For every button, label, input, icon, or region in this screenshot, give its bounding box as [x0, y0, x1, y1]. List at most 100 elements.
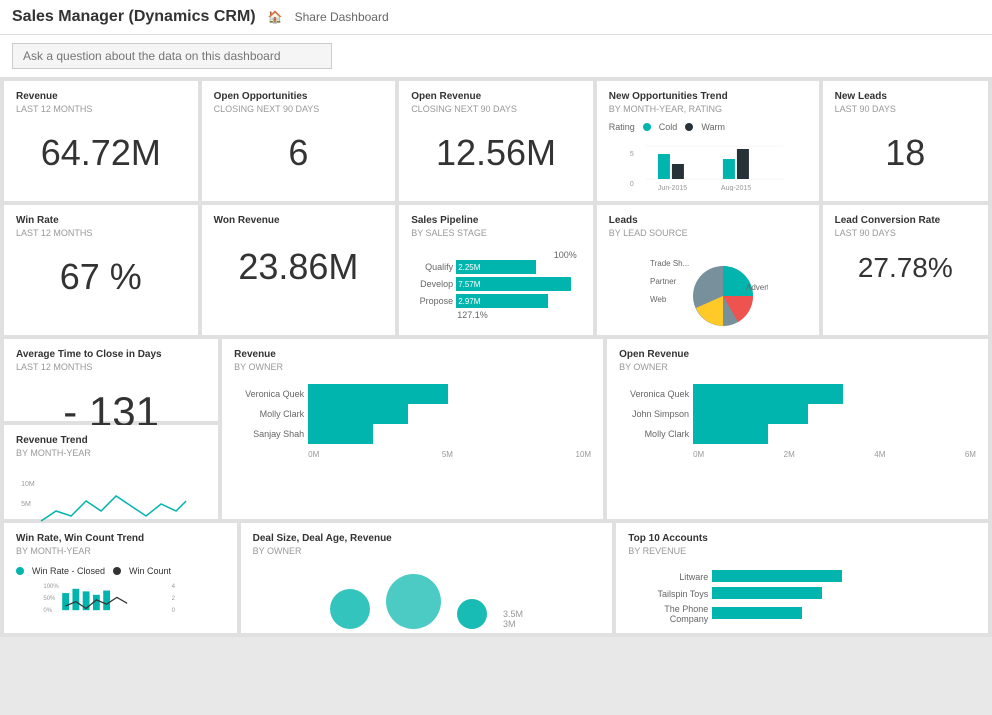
pipeline-row-qualify: Qualify 2.25M [411, 260, 581, 274]
win-trend-legend: Win Rate - Closed Win Count [16, 566, 225, 576]
bubble-3 [457, 599, 487, 629]
win-count-label: Win Count [129, 566, 171, 576]
develop-label: Develop [411, 279, 453, 289]
account-bar-2 [712, 587, 822, 599]
pipeline-row-develop: Develop 7.57M [411, 277, 581, 291]
pipeline-100pct: 100% [411, 250, 581, 260]
open-rev-owner-chart: Veronica Quek John Simpson Molly Clark [619, 380, 976, 448]
share-button[interactable]: Share Dashboard [295, 10, 389, 24]
open-bar-2 [693, 404, 808, 424]
develop-value: 7.57M [458, 280, 480, 289]
account-row-1: Litware [628, 570, 976, 584]
open-opp-title: Open Opportunities [214, 91, 384, 102]
account-bar-3 [712, 607, 802, 619]
svg-text:Jun-2015: Jun-2015 [658, 185, 687, 191]
win-bar-2 [72, 589, 79, 610]
account-row-2: Tailspin Toys [628, 587, 976, 601]
card-top-accounts: Top 10 Accounts BY REVENUE Litware Tails… [616, 523, 988, 633]
card-avg-close: Average Time to Close in Days LAST 12 MO… [4, 339, 218, 421]
card-lead-conversion: Lead Conversion Rate LAST 90 DAYS 27.78% [823, 205, 988, 335]
trend-chart-area: 0 5 Jun-2015 Aug-2015 [609, 136, 807, 194]
deal-bubble-2 [386, 574, 441, 629]
top-accounts-title: Top 10 Accounts [628, 533, 976, 544]
accounts-list: Litware Tailspin Toys The Phone Company [628, 570, 976, 627]
new-opp-trend-title: New Opportunities Trend [609, 91, 807, 102]
row-4: Win Rate, Win Count Trend BY MONTH-YEAR … [4, 523, 988, 633]
top-accounts-subtitle: BY REVENUE [628, 546, 976, 556]
develop-bar: 7.57M [456, 277, 571, 291]
label-trade: Trade Sh... [650, 259, 689, 268]
svg-text:0: 0 [172, 608, 176, 614]
axis-0m: 0M [308, 450, 319, 459]
win-rate-subtitle: LAST 12 MONTHS [16, 228, 186, 238]
rev-owner-label-3: Sanjay Shah [234, 429, 304, 439]
card-open-rev-by-owner: Open Revenue BY OWNER Veronica Quek John… [607, 339, 988, 519]
win-bar-1 [62, 593, 69, 610]
card-win-rate: Win Rate LAST 12 MONTHS 67 % [4, 205, 198, 335]
card-new-opp-trend: New Opportunities Trend BY MONTH-YEAR, R… [597, 81, 819, 201]
label-partner: Partner [650, 277, 677, 286]
account-name-2: Tailspin Toys [628, 589, 708, 599]
rev-bar-veronica: Veronica Quek [234, 384, 591, 404]
leads-pie-container: Trade Sh... Partner Web Advertis... [609, 246, 807, 336]
new-leads-title: New Leads [835, 91, 976, 102]
open-rev-owner-title: Open Revenue [619, 349, 976, 360]
deal-size-chart: 3.5M3M [253, 564, 601, 629]
rev-trend-title: Revenue Trend [16, 435, 206, 446]
svg-text:100%: 100% [43, 584, 59, 590]
share-icon: 🏠 [268, 10, 283, 24]
won-rev-value: 23.86M [214, 246, 384, 288]
pipeline-bottom-pct: 127.1% [411, 310, 581, 320]
qualify-bar: 2.25M [456, 260, 536, 274]
rev-trend-subtitle: BY MONTH-YEAR [16, 448, 206, 458]
rev-bar-3 [308, 424, 373, 444]
label-advertis: Advertis... [746, 283, 768, 292]
account-name-1: Litware [628, 572, 708, 582]
revenue-title: Revenue [16, 91, 186, 102]
rev-owner-subtitle: BY OWNER [234, 362, 591, 372]
card-open-revenue: Open Revenue CLOSING NEXT 90 DAYS 12.56M [399, 81, 593, 201]
new-leads-subtitle: LAST 90 DAYS [835, 104, 976, 114]
win-bar-5 [103, 591, 110, 611]
leads-pie-svg: Trade Sh... Partner Web Advertis... [648, 246, 768, 336]
card-open-opportunities: Open Opportunities CLOSING NEXT 90 DAYS … [202, 81, 396, 201]
new-leads-value: 18 [835, 132, 976, 174]
win-rate-closed-label: Win Rate - Closed [32, 566, 105, 576]
card-sales-pipeline: Sales Pipeline BY SALES STAGE 100% Quali… [399, 205, 593, 335]
card-deal-size: Deal Size, Deal Age, Revenue BY OWNER 3.… [241, 523, 613, 633]
header: Sales Manager (Dynamics CRM) 🏠 Share Das… [0, 0, 992, 35]
svg-text:0: 0 [630, 181, 634, 188]
cold-label: Cold [659, 122, 678, 132]
open-rev-owner-subtitle: BY OWNER [619, 362, 976, 372]
row-2: Win Rate LAST 12 MONTHS 67 % Won Revenue… [4, 205, 988, 335]
rev-bar-sanjay: Sanjay Shah [234, 424, 591, 444]
account-bar-1 [712, 570, 842, 582]
card-revenue-by-owner: Revenue BY OWNER Veronica Quek Molly Cla… [222, 339, 603, 519]
trend-legend: Rating Cold Warm [609, 122, 807, 132]
open-bar-john: John Simpson [619, 404, 976, 424]
svg-text:5: 5 [630, 151, 634, 158]
open-bar-3 [693, 424, 768, 444]
rev-bar-2 [308, 404, 408, 424]
bubble-1 [330, 589, 370, 629]
card-leads: Leads BY LEAD SOURCE Trade Sh... Partner… [597, 205, 819, 335]
rev-bar-1 [308, 384, 448, 404]
open-axis-4m: 4M [874, 450, 885, 459]
pipeline-subtitle: BY SALES STAGE [411, 228, 581, 238]
open-rev-value: 12.56M [411, 132, 581, 174]
lead-conv-title: Lead Conversion Rate [835, 215, 976, 226]
open-owner-label-3: Molly Clark [619, 429, 689, 439]
svg-text:4: 4 [172, 584, 176, 590]
propose-bar: 2.97M [456, 294, 548, 308]
pipeline-title: Sales Pipeline [411, 215, 581, 226]
open-rev-owner-axis: 0M 2M 4M 6M [619, 450, 976, 459]
rev-owner-axis: 0M 5M 10M [234, 450, 591, 459]
label-web: Web [650, 295, 667, 304]
axis-10m: 10M [576, 450, 592, 459]
new-opp-trend-subtitle: BY MONTH-YEAR, RATING [609, 104, 807, 114]
win-rate-value: 67 % [16, 256, 186, 298]
trend-bars-svg: 0 5 Jun-2015 Aug-2015 [609, 136, 807, 191]
search-input[interactable] [12, 43, 332, 69]
card-revenue-trend: Revenue Trend BY MONTH-YEAR 10M 5M Sep-2… [4, 425, 218, 519]
svg-text:0%: 0% [43, 608, 52, 614]
